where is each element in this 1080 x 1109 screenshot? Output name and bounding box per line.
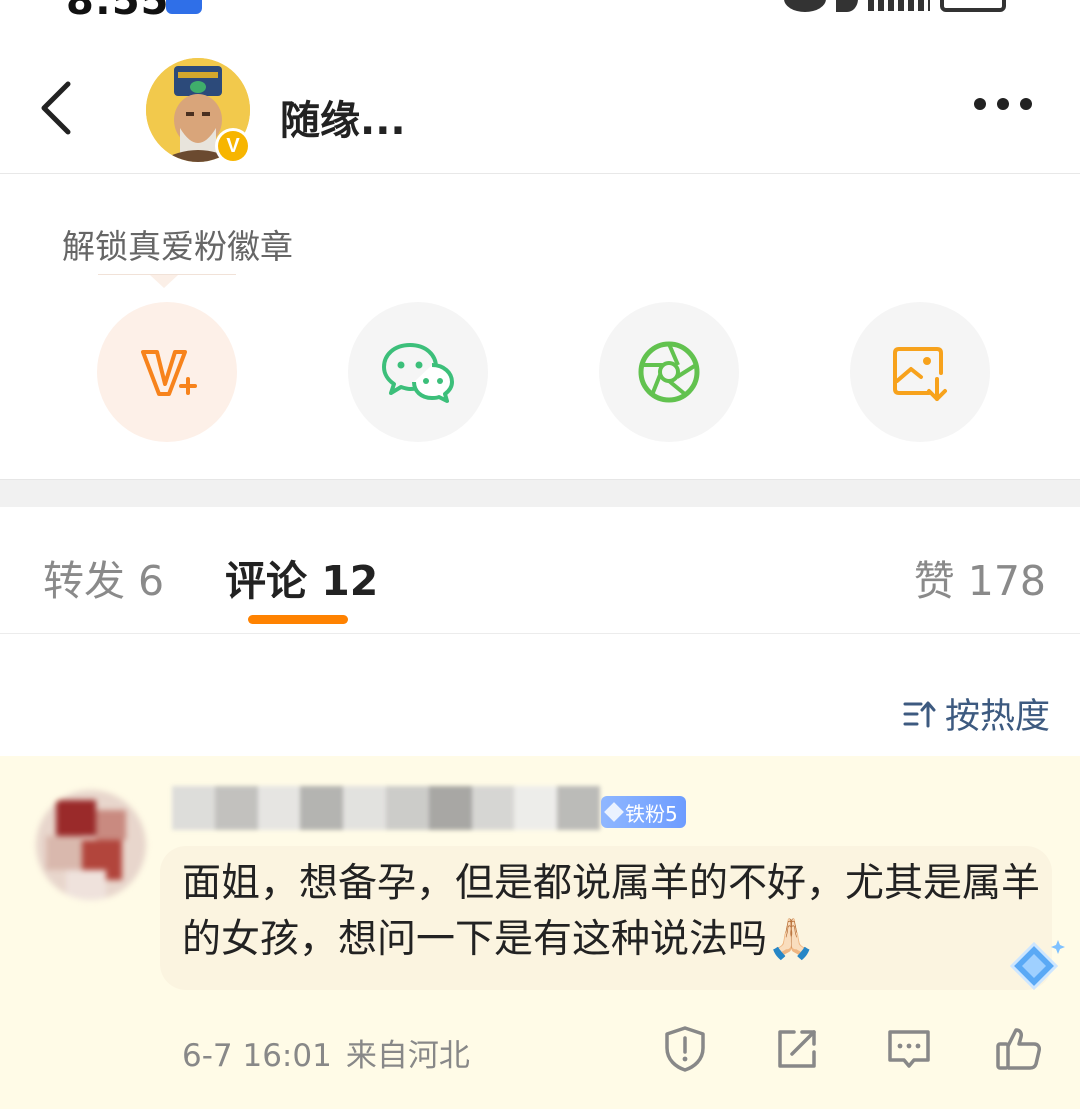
tab-like[interactable]: 赞 178 bbox=[914, 547, 1046, 607]
comment-location: 来自河北 bbox=[345, 1038, 470, 1074]
v-plus-icon bbox=[141, 350, 197, 396]
verified-badge: V bbox=[215, 128, 251, 164]
back-button[interactable] bbox=[30, 78, 90, 138]
comment-meta: 6-7 16:01 来自河北 bbox=[182, 1030, 470, 1075]
like-comment-button[interactable] bbox=[994, 1024, 1044, 1074]
image-download-icon bbox=[893, 347, 947, 401]
author-name[interactable]: 随缘... bbox=[280, 88, 406, 146]
section-divider bbox=[0, 479, 1080, 507]
save-image-button[interactable] bbox=[850, 302, 990, 442]
diamond-icon bbox=[604, 802, 624, 822]
commenter-avatar[interactable] bbox=[36, 790, 146, 900]
fan-level-label: 铁粉5 bbox=[625, 801, 678, 826]
active-tab-indicator bbox=[248, 615, 348, 624]
status-time: 8:55 bbox=[66, 0, 170, 20]
status-indicators bbox=[784, 0, 1006, 12]
battery-icon bbox=[940, 0, 1006, 12]
unlock-badge-tip[interactable]: 解锁真爱粉徽章 bbox=[62, 220, 293, 268]
v-plus-share-button[interactable] bbox=[97, 302, 237, 442]
notification-app-icon bbox=[166, 0, 202, 14]
sort-by-hot-button[interactable]: 按热度 bbox=[903, 688, 1050, 739]
reply-message-icon bbox=[888, 1030, 930, 1068]
reply-button[interactable] bbox=[884, 1024, 934, 1074]
sparkle-diamond-icon bbox=[1009, 940, 1065, 991]
commenter-name-blurred[interactable] bbox=[172, 786, 600, 830]
signal-icon bbox=[868, 0, 930, 11]
fan-level-badge: 铁粉5 bbox=[601, 796, 686, 828]
wechat-icon bbox=[382, 343, 454, 403]
share-comment-button[interactable] bbox=[772, 1024, 822, 1074]
aperture-icon bbox=[638, 341, 700, 403]
tip-pointer bbox=[150, 275, 178, 288]
sort-label: 按热度 bbox=[944, 697, 1050, 737]
moments-share-button[interactable] bbox=[599, 302, 739, 442]
interaction-tabs: 转发 6 评论 12 赞 178 bbox=[0, 507, 1080, 634]
comment-time: 6-7 16:01 bbox=[182, 1038, 332, 1074]
hotspot-icon bbox=[784, 0, 826, 12]
tab-comment[interactable]: 评论 12 bbox=[225, 547, 378, 607]
share-out-icon bbox=[778, 1030, 816, 1068]
shield-alert-icon bbox=[665, 1026, 705, 1072]
status-bar: 8:55 bbox=[0, 0, 1080, 20]
wechat-share-button[interactable] bbox=[348, 302, 488, 442]
more-options-button[interactable] bbox=[974, 98, 1032, 110]
thumbs-up-icon bbox=[996, 1028, 1041, 1070]
report-button[interactable] bbox=[660, 1024, 710, 1074]
chevron-left-icon bbox=[41, 81, 71, 135]
post-header: V 随缘... bbox=[0, 40, 1080, 174]
sort-icon bbox=[903, 701, 936, 727]
more-dots-icon bbox=[974, 98, 986, 110]
location-icon bbox=[836, 0, 858, 12]
verified-icon: V bbox=[218, 131, 248, 161]
tab-repost[interactable]: 转发 6 bbox=[43, 547, 164, 607]
comment-text[interactable]: 面姐，想备孕，但是都说属羊的不好，尤其是属羊的女孩，想问一下是有这种说法吗🙏🏻 bbox=[182, 856, 1042, 968]
